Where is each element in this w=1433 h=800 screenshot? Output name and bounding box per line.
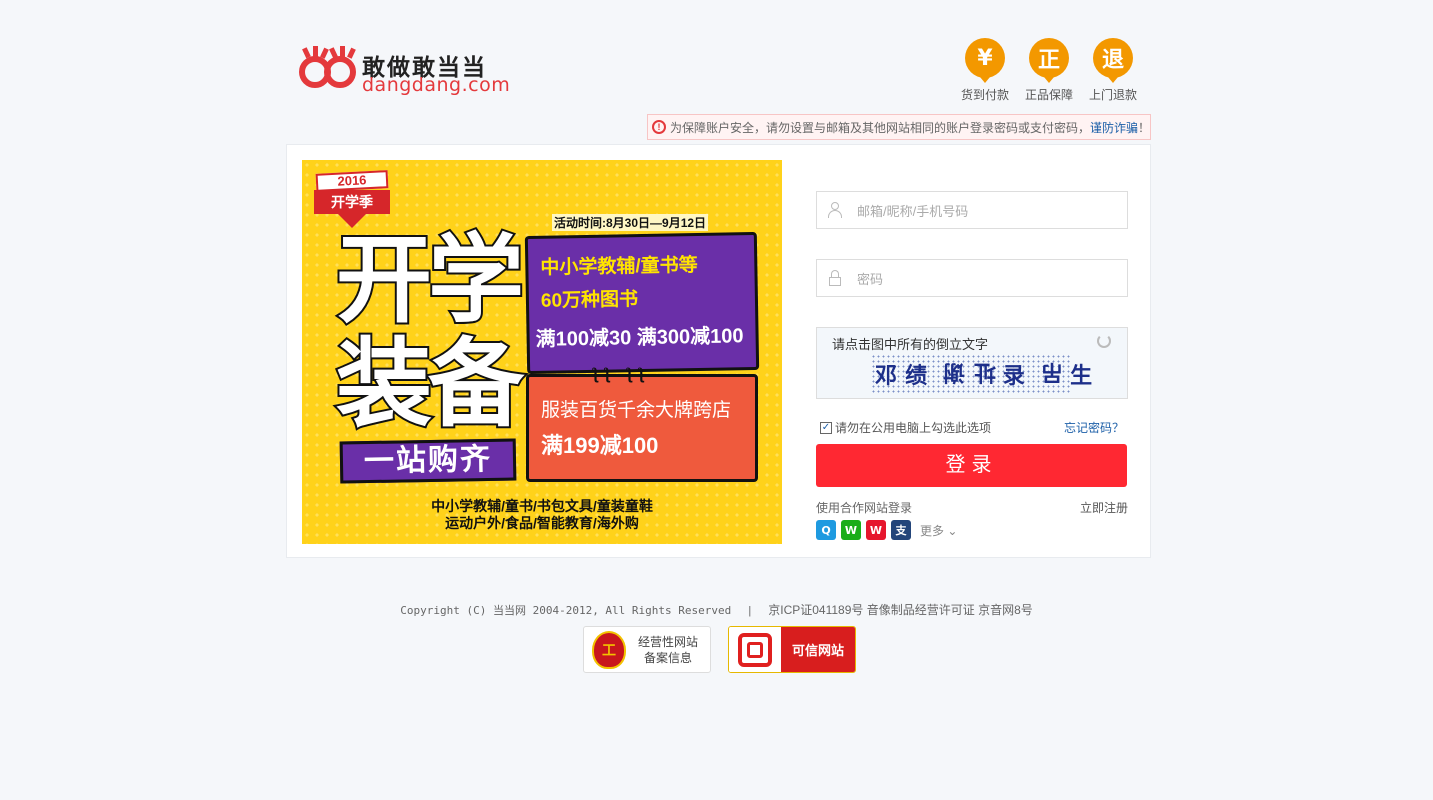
- filing-seal-text: 经营性网站 备案信息: [638, 634, 698, 666]
- password-input[interactable]: 密码: [816, 259, 1128, 297]
- books-line2: 60万种图书: [540, 289, 639, 312]
- chevron-down-icon: ⌄: [947, 523, 958, 538]
- banner-activity-time: 活动时间:8月30日—9月12日: [552, 214, 709, 231]
- service-badges: ¥ 货到付款 正 正品保障 退 上门退款: [961, 38, 1137, 103]
- banner-year: 2016: [315, 170, 389, 192]
- login-form: 邮箱/昵称/手机号码 密码 请点击图中所有的倒立文字 邓 绩 谢 址 录 吊 生: [816, 191, 1128, 540]
- copyright-text: Copyright (C) 当当网 2004-2012, All Rights …: [400, 604, 732, 617]
- user-icon: [827, 202, 843, 218]
- wechat-icon[interactable]: W: [841, 520, 861, 540]
- business-filing-seal[interactable]: 工 经营性网站 备案信息: [583, 626, 711, 673]
- banner-books-panel: 中小学教辅/童书等 60万种图书 满100减30 满300减100: [524, 231, 760, 375]
- lock-icon: [827, 270, 843, 286]
- banner-footer-line2: 运动户外/食品/智能教育/海外购: [445, 515, 639, 531]
- partner-login-row: 使用合作网站登录 立即注册: [816, 499, 1128, 516]
- banner-footer-line1: 中小学教辅/童书/书包文具/童装童鞋: [431, 498, 653, 514]
- captcha-char[interactable]: 址: [973, 358, 996, 390]
- apparel-line2: 满199减100: [541, 433, 659, 458]
- refresh-icon[interactable]: [1097, 334, 1111, 348]
- genuine-icon: 正: [1029, 38, 1069, 83]
- warning-text: 为保障账户安全，请勿设置与邮箱及其他网站相同的账户登录密码或支付密码，: [669, 120, 1090, 135]
- trusted-site-label: 可信网站: [781, 627, 855, 672]
- banner-title-line1: 开学: [334, 224, 526, 336]
- badge-label: 正品保障: [1024, 88, 1073, 102]
- captcha-hint: 请点击图中所有的倒立文字: [832, 337, 989, 352]
- trusted-site-seal[interactable]: 可信网站: [728, 626, 856, 673]
- login-button[interactable]: 登录: [816, 444, 1127, 487]
- captcha-box: 请点击图中所有的倒立文字 邓 绩 谢 址 录 吊 生: [816, 327, 1128, 399]
- banner-sub-tag: 一站购齐: [339, 438, 517, 484]
- trusted-site-icon: [729, 627, 781, 672]
- social-logins: Q W W 支 更多 ⌄: [816, 520, 1128, 540]
- captcha-char[interactable]: 绩: [905, 358, 928, 390]
- badge-cash-on-delivery: ¥ 货到付款: [961, 38, 1009, 103]
- badge-label: 货到付款: [960, 88, 1009, 102]
- login-card: 2016 开学季 开学 装备 一站购齐 活动时间:8月30日—9月12日 中小学…: [286, 144, 1151, 558]
- anti-fraud-link[interactable]: 谨防诈骗: [1090, 119, 1138, 136]
- badge-genuine: 正 正品保障: [1025, 38, 1073, 103]
- promo-banner[interactable]: 2016 开学季 开学 装备 一站购齐 活动时间:8月30日—9月12日 中小学…: [302, 160, 782, 544]
- captcha-char[interactable]: 谢: [942, 358, 965, 390]
- username-input[interactable]: 邮箱/昵称/手机号码: [816, 191, 1128, 229]
- dangdang-logo-mark: [299, 46, 356, 88]
- banner-season-tag: 开学季: [314, 190, 390, 214]
- more-label: 更多: [920, 523, 945, 538]
- captcha-char[interactable]: 录: [1003, 358, 1026, 390]
- page-header: 敢做敢当当 dangdang.com ¥ 货到付款 正 正品保障 退 上门退款: [286, 36, 1151, 106]
- warning-tail: ！: [1137, 120, 1150, 135]
- panel-rings: ƪƪ ƪƪ: [592, 366, 650, 383]
- remember-checkbox[interactable]: ✓: [820, 421, 832, 434]
- qq-icon[interactable]: Q: [816, 520, 836, 540]
- login-options: ✓ 请勿在公用电脑上勾选此选项 忘记密码？: [816, 419, 1128, 436]
- page-footer: Copyright (C) 当当网 2004-2012, All Rights …: [0, 601, 1433, 618]
- shield-emblem-icon: 工: [592, 630, 626, 669]
- icp-license[interactable]: 京ICP证041189号 音像制品经营许可证 京音网8号: [768, 603, 1033, 617]
- filing-seal-line2: 备案信息: [644, 650, 693, 665]
- badge-return: 退 上门退款: [1089, 38, 1137, 103]
- remember-label: 请勿在公用电脑上勾选此选项: [835, 421, 992, 435]
- banner-footer: 中小学教辅/童书/书包文具/童装童鞋 运动户外/食品/智能教育/海外购: [302, 498, 782, 532]
- logo-domain: dangdang.com: [362, 74, 511, 96]
- return-icon: 退: [1093, 38, 1133, 83]
- banner-title-line2: 装备: [334, 328, 526, 440]
- dangdang-logo[interactable]: 敢做敢当当 dangdang.com: [298, 44, 518, 96]
- captcha-char[interactable]: 生: [1070, 358, 1093, 390]
- banner-title: 开学 装备: [334, 224, 526, 440]
- yuan-icon: ¥: [965, 38, 1005, 83]
- partner-login-label: 使用合作网站登录: [816, 501, 913, 515]
- footer-separator: |: [748, 605, 752, 617]
- username-placeholder: 邮箱/昵称/手机号码: [857, 203, 969, 219]
- register-link[interactable]: 立即注册: [1080, 499, 1128, 516]
- captcha-characters[interactable]: 邓 绩 谢 址 录 吊 生: [875, 358, 1093, 390]
- banner-apparel-panel: 服装百货千余大牌跨店 满199减100: [526, 374, 758, 482]
- password-placeholder: 密码: [857, 271, 884, 287]
- alipay-icon[interactable]: 支: [891, 520, 911, 540]
- books-line3: 满100减30 满300减100: [535, 325, 744, 351]
- books-line1: 中小学教辅/童书等: [540, 255, 698, 279]
- badge-label: 上门退款: [1088, 88, 1137, 102]
- more-logins-button[interactable]: 更多 ⌄: [920, 522, 957, 539]
- forgot-password-link[interactable]: 忘记密码？: [1064, 419, 1124, 436]
- security-warning: ! 为保障账户安全，请勿设置与邮箱及其他网站相同的账户登录密码或支付密码， 谨防…: [647, 114, 1151, 140]
- filing-seal-line1: 经营性网站: [638, 634, 699, 649]
- trust-seals: 工 经营性网站 备案信息 可信网站: [583, 626, 856, 673]
- captcha-char[interactable]: 吊: [1040, 358, 1063, 390]
- apparel-line1: 服装百货千余大牌跨店: [541, 400, 732, 421]
- weibo-icon[interactable]: W: [866, 520, 886, 540]
- captcha-char[interactable]: 邓: [875, 358, 898, 390]
- warning-icon: !: [652, 120, 666, 134]
- remember-option[interactable]: ✓ 请勿在公用电脑上勾选此选项: [816, 419, 991, 436]
